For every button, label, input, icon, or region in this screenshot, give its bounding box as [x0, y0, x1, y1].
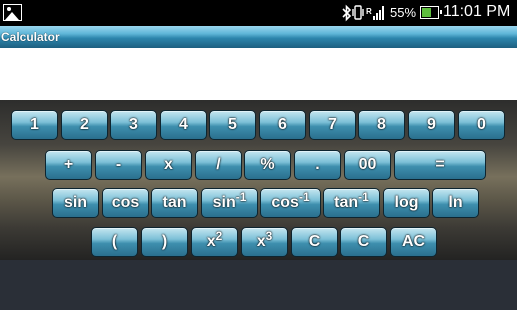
- key-cube[interactable]: x3: [241, 227, 288, 257]
- key-7[interactable]: 7: [309, 110, 356, 140]
- calculator-display: [0, 48, 517, 100]
- key-all-clear[interactable]: AC: [390, 227, 437, 257]
- key-close-paren[interactable]: ): [141, 227, 188, 257]
- gallery-icon: [3, 4, 22, 21]
- key-arcsin-label: sin: [212, 194, 236, 211]
- key-square[interactable]: x2: [191, 227, 238, 257]
- key-0[interactable]: 0: [458, 110, 505, 140]
- key-sin[interactable]: sin: [52, 188, 99, 218]
- key-divide[interactable]: /: [195, 150, 242, 180]
- key-arcsin[interactable]: sin -1: [201, 188, 258, 218]
- battery-percent: 55%: [390, 5, 417, 20]
- key-arctan-sup: -1: [358, 190, 369, 204]
- key-double-zero[interactable]: 00: [344, 150, 391, 180]
- key-1[interactable]: 1: [11, 110, 58, 140]
- key-cube-sup: 3: [265, 229, 273, 243]
- battery-icon: [420, 6, 442, 19]
- key-arccos-label: cos: [271, 194, 299, 211]
- key-tan[interactable]: tan: [151, 188, 198, 218]
- status-bar: R 55% 11:01 PM: [0, 0, 517, 26]
- app-title: Calculator: [1, 30, 60, 44]
- key-8[interactable]: 8: [358, 110, 405, 140]
- key-decimal[interactable]: .: [294, 150, 341, 180]
- key-plus[interactable]: +: [45, 150, 92, 180]
- key-2[interactable]: 2: [61, 110, 108, 140]
- bluetooth-icon: [342, 4, 352, 22]
- key-6[interactable]: 6: [259, 110, 306, 140]
- key-arccos[interactable]: cos -1: [260, 188, 321, 218]
- key-9[interactable]: 9: [408, 110, 455, 140]
- key-equals[interactable]: =: [394, 150, 486, 180]
- title-bar: Calculator: [0, 26, 517, 49]
- key-cos[interactable]: cos: [102, 188, 149, 218]
- signal-icon: R: [366, 6, 384, 20]
- key-4[interactable]: 4: [160, 110, 207, 140]
- vibrate-icon: [352, 5, 364, 20]
- key-clear-entry[interactable]: C: [340, 227, 387, 257]
- key-arctan-label: tan: [334, 194, 359, 211]
- key-arcsin-sup: -1: [235, 190, 247, 204]
- key-ln[interactable]: ln: [432, 188, 479, 218]
- key-multiply[interactable]: x: [145, 150, 192, 180]
- keypad: 1 2 3 4 5 6 7 8 9 0 + - x / % . 00 = sin…: [0, 100, 517, 260]
- key-log[interactable]: log: [383, 188, 430, 218]
- key-square-sup: 2: [215, 229, 223, 243]
- bottom-area: [0, 260, 517, 310]
- key-percent[interactable]: %: [244, 150, 291, 180]
- key-open-paren[interactable]: (: [91, 227, 138, 257]
- key-5[interactable]: 5: [209, 110, 256, 140]
- key-arccos-sup: -1: [298, 190, 310, 204]
- key-3[interactable]: 3: [110, 110, 157, 140]
- key-cube-label: x: [256, 233, 266, 250]
- clock: 11:01 PM: [443, 3, 511, 20]
- key-clear[interactable]: C: [291, 227, 338, 257]
- key-minus[interactable]: -: [95, 150, 142, 180]
- svg-text:R: R: [366, 7, 372, 16]
- key-square-label: x: [206, 233, 216, 250]
- key-arctan[interactable]: tan -1: [323, 188, 380, 218]
